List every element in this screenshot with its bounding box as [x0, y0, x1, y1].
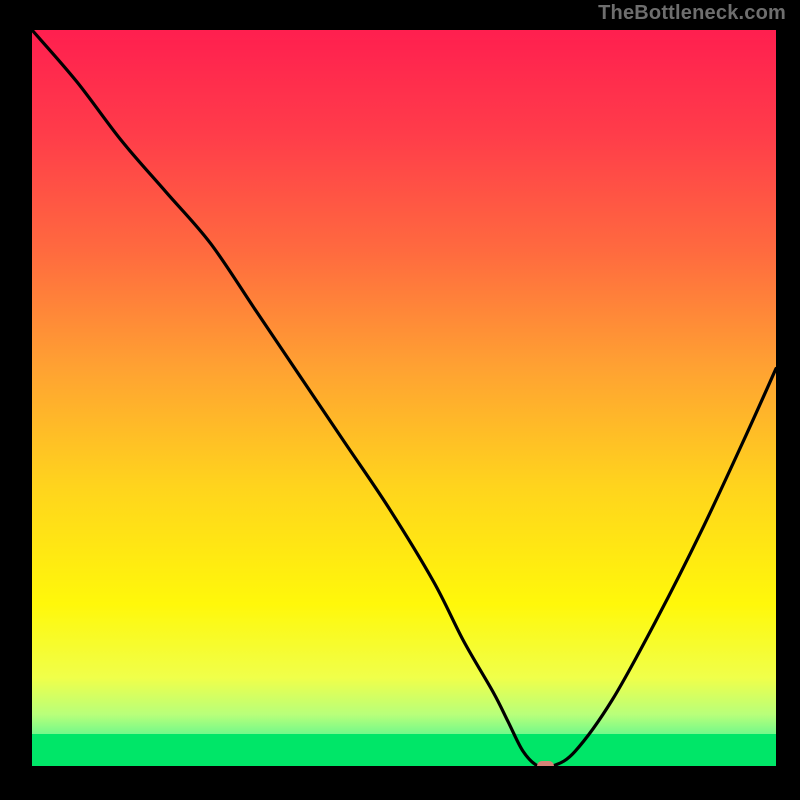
optimal-point-marker — [537, 761, 553, 766]
plot-area — [32, 30, 776, 766]
watermark-text: TheBottleneck.com — [598, 2, 786, 25]
chart-stage: TheBottleneck.com — [0, 0, 800, 800]
bottleneck-curve — [32, 30, 776, 766]
